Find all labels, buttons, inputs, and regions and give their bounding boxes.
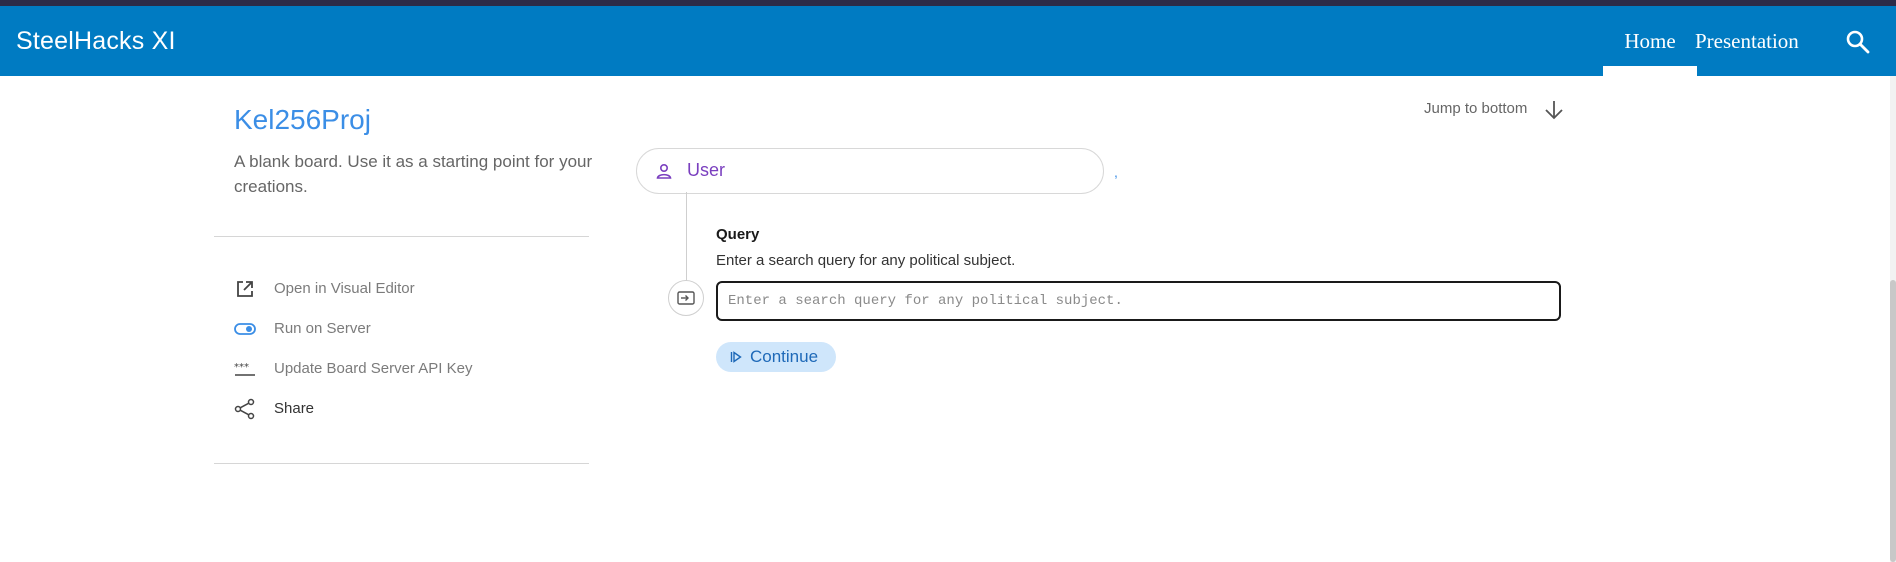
input-step-icon: [668, 280, 704, 316]
status-tick: ,: [1114, 164, 1118, 180]
menu-update-api-key[interactable]: *** Update Board Server API Key: [234, 356, 574, 382]
share-icon: [234, 398, 256, 420]
scrollbar-thumb[interactable]: [1890, 280, 1896, 562]
user-node-header[interactable]: User: [636, 148, 1104, 194]
nav-home-active-indicator: [1603, 66, 1697, 76]
menu-label: Share: [274, 400, 315, 417]
divider: [214, 463, 589, 464]
search-icon[interactable]: [1844, 28, 1872, 56]
open-external-icon: [234, 278, 256, 300]
continue-button[interactable]: Continue: [716, 342, 836, 372]
query-input[interactable]: [716, 281, 1561, 321]
menu-label: Run on Server: [274, 320, 371, 337]
board-title: Kel256Proj: [234, 104, 371, 135]
menu-label: Open in Visual Editor: [274, 280, 415, 297]
password-key-icon: ***: [234, 358, 256, 380]
query-label: Query: [716, 226, 760, 243]
play-icon: [730, 351, 742, 366]
board-description: A blank board. Use it as a starting poin…: [234, 152, 593, 196]
nav-presentation[interactable]: Presentation: [1695, 6, 1799, 76]
user-label: User: [687, 160, 726, 180]
toggle-icon: [234, 318, 256, 340]
svg-text:***: ***: [234, 362, 249, 373]
person-icon: [655, 162, 673, 180]
query-description: Enter a search query for any political s…: [716, 252, 1016, 269]
menu-share[interactable]: Share: [234, 396, 574, 422]
menu-open-visual-editor[interactable]: Open in Visual Editor: [234, 276, 574, 302]
step-connector-line: [686, 192, 687, 282]
jump-label: Jump to bottom: [1424, 100, 1528, 117]
arrow-down-icon: [1542, 98, 1566, 122]
continue-label: Continue: [750, 347, 819, 366]
brand-title[interactable]: SteelHacks XI: [16, 6, 176, 76]
menu-label: Update Board Server API Key: [274, 360, 473, 377]
menu-run-on-server[interactable]: Run on Server: [234, 316, 574, 342]
divider: [214, 236, 589, 237]
